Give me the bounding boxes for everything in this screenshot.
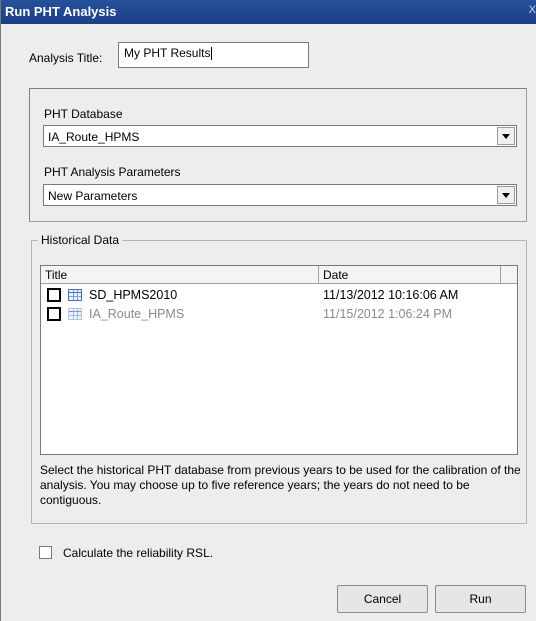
title-bar[interactable]: Run PHT Analysis X xyxy=(1,0,536,24)
pht-parameters-select[interactable]: New Parameters xyxy=(43,184,517,206)
pht-parameters-value: New Parameters xyxy=(48,189,138,203)
analysis-title-input[interactable]: My PHT Results xyxy=(118,42,309,68)
reliability-label: Calculate the reliability RSL. xyxy=(63,546,214,560)
row-checkbox[interactable] xyxy=(47,288,61,302)
list-item[interactable]: SD_HPMS2010 11/13/2012 10:16:06 AM xyxy=(41,286,517,304)
run-button[interactable]: Run xyxy=(435,585,526,613)
pht-parameters-label: PHT Analysis Parameters xyxy=(44,165,181,179)
reliability-checkbox[interactable] xyxy=(39,546,52,559)
chevron-down-icon[interactable] xyxy=(497,127,515,145)
text-caret xyxy=(211,47,213,61)
historical-help-text: Select the historical PHT database from … xyxy=(40,463,521,507)
pht-settings-panel: PHT Database IA_Route_HPMS PHT Analysis … xyxy=(29,88,527,222)
list-item[interactable]: IA_Route_HPMS 11/15/2012 1:06:24 PM xyxy=(41,305,517,323)
close-icon[interactable]: X xyxy=(529,4,536,16)
row-date: 11/15/2012 1:06:24 PM xyxy=(323,307,453,321)
list-header: Title Date xyxy=(41,266,517,284)
cancel-button[interactable]: Cancel xyxy=(337,585,428,613)
historical-data-legend: Historical Data xyxy=(38,233,123,247)
historical-data-list[interactable]: Title Date SD_HPMS2010 11/13/2012 10:16:… xyxy=(40,265,518,455)
pht-database-value: IA_Route_HPMS xyxy=(48,130,140,144)
pht-database-label: PHT Database xyxy=(44,107,123,121)
column-header-title[interactable]: Title xyxy=(41,266,319,283)
historical-data-group: Historical Data Title Date SD_HPMS2010 1… xyxy=(31,233,527,524)
chevron-down-icon[interactable] xyxy=(497,186,515,204)
row-checkbox[interactable] xyxy=(47,307,61,321)
analysis-title-label: Analysis Title: xyxy=(29,51,103,65)
table-icon xyxy=(68,308,82,320)
run-pht-analysis-dialog: Run PHT Analysis X Analysis Title: My PH… xyxy=(0,0,536,621)
row-title: IA_Route_HPMS xyxy=(89,307,185,321)
row-date: 11/13/2012 10:16:06 AM xyxy=(323,288,459,302)
column-header-date[interactable]: Date xyxy=(319,266,501,283)
window-title: Run PHT Analysis xyxy=(5,4,117,19)
table-icon xyxy=(68,289,82,301)
row-title: SD_HPMS2010 xyxy=(89,288,178,302)
pht-database-select[interactable]: IA_Route_HPMS xyxy=(43,125,517,147)
analysis-title-value: My PHT Results xyxy=(124,46,211,60)
